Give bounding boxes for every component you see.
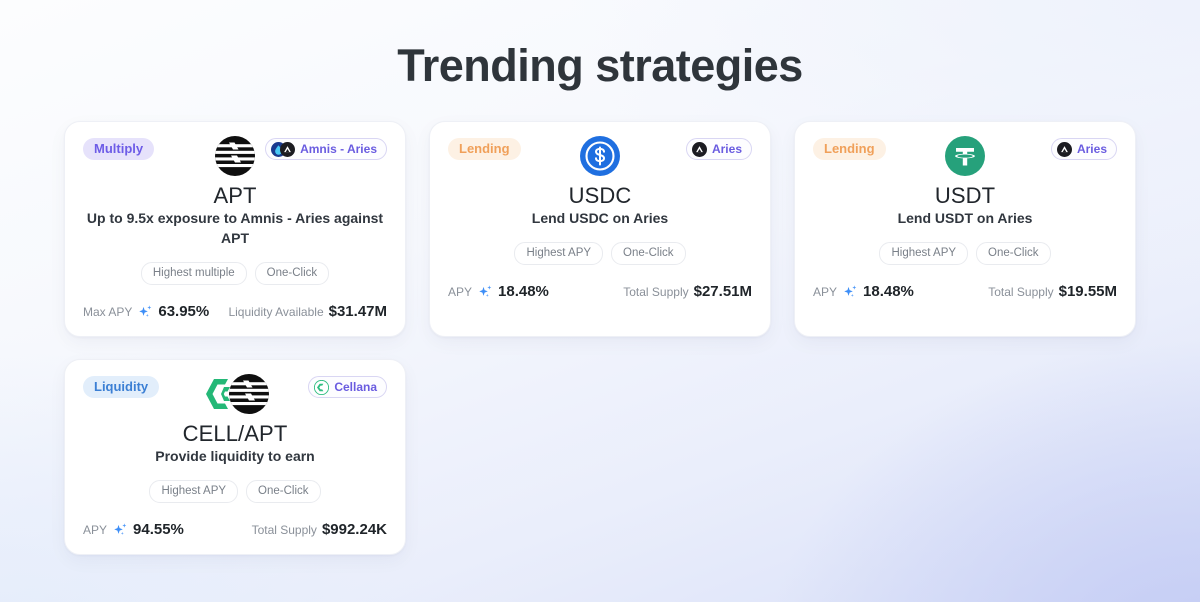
strategy-card[interactable]: Liquidity Cellana CELL/APT Provide liquidit… <box>64 359 406 555</box>
feature-pill: Highest APY <box>514 242 604 265</box>
protocol-label: Aries <box>1076 142 1107 156</box>
strategy-description: Up to 9.5x exposure to Amnis - Aries aga… <box>86 210 384 246</box>
apy-stat-label: Max APY <box>83 304 133 319</box>
asset-symbol: APT <box>213 183 257 208</box>
protocol-icon-group <box>1056 141 1072 157</box>
strategy-card[interactable]: Lending Aries USDT Lend USDT on Aries Highes… <box>794 121 1136 337</box>
supply-stat-label: Total Supply <box>988 284 1054 299</box>
card-stats-row: APY 18.48% Total Supply $19.55M <box>813 283 1117 300</box>
supply-stat-label: Total Supply <box>251 522 317 537</box>
protocol-badge[interactable]: Aries <box>1050 138 1117 160</box>
strategy-description: Lend USDT on Aries <box>897 210 1033 226</box>
protocol-icon-group <box>691 141 707 157</box>
supply-stat: Total Supply $992.24K <box>252 521 387 538</box>
supply-stat-value: $19.55M <box>1058 283 1117 300</box>
category-tag: Lending <box>813 138 886 160</box>
asset-symbol: USDC <box>568 183 632 208</box>
aries-icon <box>1056 141 1072 157</box>
supply-stat-label: Total Supply <box>623 284 689 299</box>
protocol-icon-group <box>271 141 296 157</box>
feature-pill: One-Click <box>611 242 686 265</box>
card-stats-row: APY 18.48% Total Supply $27.51M <box>448 283 752 300</box>
feature-pill-row: Highest APY One-Click <box>83 480 387 503</box>
protocol-label: Amnis - Aries <box>300 142 377 156</box>
protocol-badge[interactable]: Cellana <box>308 376 387 398</box>
feature-pill: One-Click <box>254 262 330 285</box>
sparkle-icon <box>137 303 153 320</box>
sparkle-icon <box>477 283 493 300</box>
apy-stat-value: 18.48% <box>863 283 914 300</box>
apy-stat: Max APY 63.95% <box>83 303 209 320</box>
trending-strategies-page: Trending strategies Multiply Amnis - Arie… <box>0 0 1200 602</box>
protocol-icon-group <box>314 379 330 395</box>
category-tag: Multiply <box>83 138 155 160</box>
feature-pill-row: Highest APY One-Click <box>813 242 1117 265</box>
strategy-description: Provide liquidity to earn <box>155 448 315 464</box>
card-header-row: Lending Aries <box>813 138 1117 162</box>
page-title: Trending strategies <box>397 40 803 91</box>
asset-symbol: USDT <box>934 183 996 208</box>
apy-stat-value: 63.95% <box>158 303 210 320</box>
feature-pill: Highest APY <box>149 480 239 503</box>
card-stats-row: APY 94.55% Total Supply $992.24K <box>83 521 387 538</box>
strategy-card[interactable]: Lending Aries USDC Lend USDC on Aries Highes… <box>429 121 771 337</box>
apy-stat: APY 18.48% <box>813 283 914 300</box>
protocol-badge[interactable]: Aries <box>685 138 752 160</box>
strategy-card[interactable]: Multiply Amnis - Aries APT Up to 9.5x expos… <box>64 121 406 337</box>
feature-pill: One-Click <box>246 480 321 503</box>
category-tag: Liquidity <box>83 376 160 398</box>
supply-stat-value: $31.47M <box>328 303 387 320</box>
feature-pill: One-Click <box>976 242 1051 265</box>
feature-pill: Highest multiple <box>140 262 247 285</box>
asset-symbol: CELL/APT <box>182 421 288 446</box>
supply-stat: Total Supply $19.55M <box>988 283 1117 300</box>
apy-stat-label: APY <box>83 522 108 537</box>
category-tag: Lending <box>448 138 521 160</box>
apy-stat: APY 18.48% <box>448 283 549 300</box>
feature-pill: Highest APY <box>879 242 969 265</box>
apy-stat-value: 18.48% <box>498 283 549 300</box>
sparkle-icon <box>842 283 858 300</box>
feature-pill-row: Highest multiple One-Click <box>83 262 387 285</box>
supply-stat-value: $27.51M <box>693 283 752 300</box>
supply-stat: Total Supply $27.51M <box>623 283 752 300</box>
supply-stat-label: Liquidity Available <box>228 304 324 319</box>
aries-icon <box>280 141 296 157</box>
card-header-row: Lending Aries <box>448 138 752 162</box>
supply-stat: Liquidity Available $31.47M <box>228 303 387 320</box>
card-header-row: Multiply Amnis - Aries <box>83 138 387 162</box>
strategy-description: Lend USDC on Aries <box>531 210 669 226</box>
protocol-label: Aries <box>711 142 742 156</box>
cellana-icon <box>314 379 330 395</box>
apy-stat: APY 94.55% <box>83 521 184 538</box>
protocol-badge[interactable]: Amnis - Aries <box>265 138 387 160</box>
apy-stat-value: 94.55% <box>133 521 184 538</box>
protocol-label: Cellana <box>334 380 377 394</box>
sparkle-icon <box>112 521 128 538</box>
apy-stat-label: APY <box>813 284 838 299</box>
apy-stat-label: APY <box>448 284 473 299</box>
feature-pill-row: Highest APY One-Click <box>448 242 752 265</box>
card-header-row: Liquidity Cellana <box>83 376 387 400</box>
supply-stat-value: $992.24K <box>321 521 387 538</box>
strategy-card-grid: Multiply Amnis - Aries APT Up to 9.5x expos… <box>64 121 1136 555</box>
card-stats-row: Max APY 63.95% Liquidity Available $31.47M <box>83 303 387 320</box>
aries-icon <box>691 141 707 157</box>
